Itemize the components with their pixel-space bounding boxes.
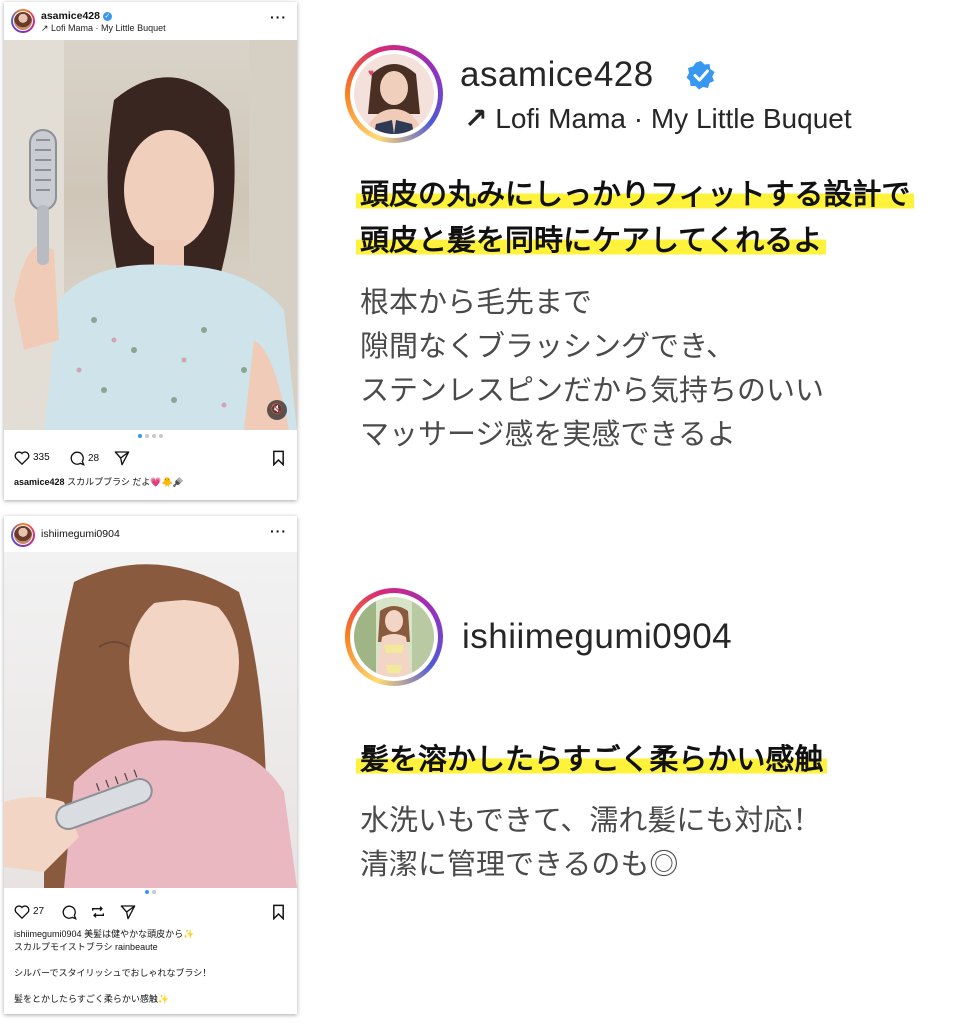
- mute-icon[interactable]: 🔇: [267, 400, 287, 420]
- save-button[interactable]: [272, 450, 285, 466]
- carousel-dots: [4, 434, 297, 438]
- body-line: 水洗いもできて、濡れ髪にも対応！: [360, 803, 822, 837]
- body-line: ステンレスピンだから気持ちのいい: [360, 373, 825, 407]
- photo-woman-brushing-hair: [4, 564, 297, 888]
- avatar[interactable]: [11, 9, 35, 33]
- body-text-1: 根本から毛先まで 隙間なくブラッシングでき、 ステンレスピンだから気持ちのいい …: [360, 280, 824, 456]
- post-actions: 27: [14, 904, 287, 924]
- repost-icon: [92, 906, 104, 918]
- verified-badge-icon: ✓: [102, 11, 112, 21]
- caption-username[interactable]: ishiimegumi0904: [14, 929, 82, 939]
- comment-count: 28: [88, 452, 100, 464]
- post-caption: ishiimegumi0904 美髪は健やかな頭皮から✨ スカルプモイストブラシ…: [14, 928, 289, 1006]
- comment-icon: [62, 905, 77, 920]
- profile-username[interactable]: asamice428: [460, 55, 654, 95]
- caption-username[interactable]: asamice428: [14, 477, 65, 487]
- comment-button[interactable]: [61, 904, 77, 920]
- post-music[interactable]: ↗ Lofi Mama · My Little Buquet: [41, 23, 166, 34]
- photo-woman-with-brush: [4, 40, 297, 430]
- bookmark-icon: [273, 450, 284, 466]
- post-photo[interactable]: [4, 552, 297, 888]
- caption-line: シルバーでスタイリッシュでおしゃれなブラシ！: [14, 968, 212, 978]
- avatar-photo: [354, 597, 434, 677]
- body-line: 清潔に管理できるのも◎: [360, 847, 679, 881]
- more-options-icon[interactable]: ···: [270, 524, 287, 538]
- caption-text: スカルプブラシ だよ💗🐥🪮: [67, 477, 185, 487]
- username-link[interactable]: asamice428: [41, 10, 100, 22]
- headline-text: 頭皮の丸みにしっかりフィットする設計で: [356, 177, 915, 211]
- profile-username[interactable]: ishiimegumi0904: [462, 617, 732, 657]
- svg-text:♥: ♥: [368, 68, 374, 79]
- headline-text: 髪を溶かしたらすごく柔らかい感触: [356, 742, 828, 776]
- like-count: 335: [33, 452, 50, 463]
- post-actions: 335 28: [14, 450, 287, 470]
- heart-icon: [14, 451, 30, 465]
- post-header: ishiimegumi0904 ···: [4, 516, 297, 554]
- share-button[interactable]: [120, 904, 136, 920]
- avatar[interactable]: [11, 523, 35, 547]
- send-icon: [120, 905, 136, 920]
- post-photo[interactable]: 🔇: [4, 40, 297, 430]
- profile-avatar-asamice428[interactable]: ♥: [345, 45, 443, 143]
- caption-line: スカルプモイストブラシ rainbeaute: [14, 942, 158, 952]
- caption-line: 髪をとかしたらすごく柔らかい感触✨: [14, 994, 170, 1004]
- profile-music[interactable]: ↗ Lofi Mama · My Little Buquet: [464, 102, 852, 135]
- like-button[interactable]: 27: [14, 904, 44, 919]
- more-options-icon[interactable]: ···: [270, 10, 287, 24]
- save-button[interactable]: [272, 904, 285, 920]
- headline: 髪を溶かしたらすごく柔らかい感触: [356, 740, 828, 778]
- avatar-photo: ♥: [354, 54, 434, 134]
- body-text-2: 水洗いもできて、濡れ髪にも対応！ 清潔に管理できるのも◎: [360, 798, 821, 886]
- verified-badge-icon: [686, 61, 715, 90]
- post-header: asamice428 ✓ ↗ Lofi Mama · My Little Buqu…: [4, 2, 297, 40]
- comment-button[interactable]: 28: [69, 450, 99, 466]
- like-count: 27: [33, 906, 45, 917]
- profile-avatar-ishiimegumi0904[interactable]: [345, 588, 443, 686]
- repost-button[interactable]: [90, 904, 106, 920]
- share-button[interactable]: [114, 450, 130, 466]
- body-line: マッサージ感を実感できるよ: [360, 417, 736, 451]
- carousel-dots: [4, 890, 297, 894]
- heart-icon: [14, 905, 30, 919]
- body-line: 隙間なくブラッシングでき、: [360, 329, 735, 363]
- post-caption: asamice428 スカルプブラシ だよ💗🐥🪮: [14, 476, 289, 489]
- comment-icon: [70, 451, 85, 466]
- like-button[interactable]: 335: [14, 450, 50, 465]
- body-line: 根本から毛先まで: [360, 285, 593, 319]
- headline-line-1: 頭皮の丸みにしっかりフィットする設計で: [356, 175, 915, 213]
- headline-text: 頭皮と髪を同時にケアしてくれるよ: [356, 223, 827, 257]
- caption-line: 美髪は健やかな頭皮から✨: [84, 929, 195, 939]
- arrow-up-right-icon: ↗: [464, 103, 488, 134]
- post-username[interactable]: asamice428 ✓: [41, 10, 112, 22]
- post-username[interactable]: ishiimegumi0904: [41, 528, 120, 540]
- music-title: Lofi Mama · My Little Buquet: [495, 103, 852, 134]
- headline-line-2: 頭皮と髪を同時にケアしてくれるよ: [356, 221, 827, 259]
- post-card-asamice428: asamice428 ✓ ↗ Lofi Mama · My Little Buqu…: [4, 2, 297, 500]
- send-icon: [114, 451, 130, 466]
- bookmark-icon: [273, 904, 284, 920]
- post-card-ishiimegumi0904: ishiimegumi0904 ··· 27 ishiimegumi0904 美…: [4, 516, 297, 1014]
